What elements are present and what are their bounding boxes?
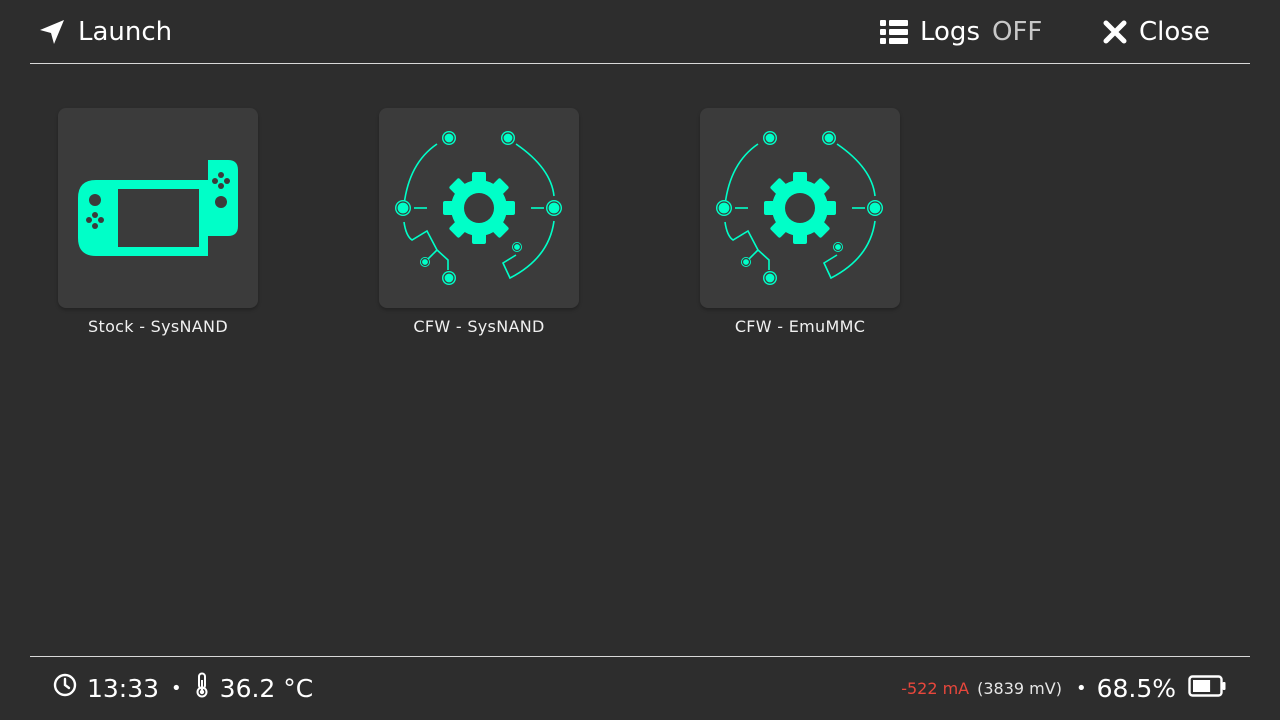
clock-time: 13:33 [87, 673, 160, 703]
clock-icon [53, 673, 77, 703]
separator-dot: • [171, 677, 182, 699]
battery-voltage: (3839 mV) [977, 678, 1062, 698]
logs-label: Logs [920, 17, 980, 47]
launch-tab[interactable]: Launch [38, 14, 172, 50]
battery-fill [1193, 680, 1211, 692]
entry-label: CFW - SysNAND [413, 317, 545, 336]
status-right: -522 mA (3839 mV) • 68.5% [901, 670, 1226, 706]
navigation-arrow-icon [38, 18, 66, 46]
logs-state: OFF [992, 17, 1043, 47]
battery-icon [1188, 675, 1226, 701]
separator-dot: • [1075, 677, 1087, 699]
launch-screen: Launch Logs OFF Close Stock - SysNAND CF… [0, 0, 1280, 720]
battery-current: -522 mA [901, 678, 970, 698]
close-icon [1103, 20, 1127, 44]
close-label: Close [1139, 17, 1210, 47]
entry-stock-sysnand[interactable] [58, 108, 258, 308]
entry-cfw-emummc[interactable] [700, 108, 900, 308]
close-button[interactable]: Close [1103, 14, 1210, 50]
status-left: 13:33 • 36.2 °C [53, 670, 313, 706]
entry-cfw-sysnand[interactable] [379, 108, 579, 308]
logs-toggle[interactable]: Logs OFF [880, 14, 1042, 50]
launch-label: Launch [78, 17, 173, 47]
top-bar: Launch Logs OFF Close [30, 0, 1250, 64]
entry-label: Stock - SysNAND [88, 317, 228, 336]
entry-label: CFW - EmuMMC [734, 317, 866, 336]
battery-percent: 68.5% [1096, 673, 1176, 703]
temperature-value: 36.2 °C [219, 673, 314, 703]
status-bar: 13:33 • 36.2 °C -522 mA (3839 mV) • 68.5… [30, 656, 1250, 720]
thermometer-icon [194, 672, 210, 704]
list-icon [880, 19, 908, 45]
